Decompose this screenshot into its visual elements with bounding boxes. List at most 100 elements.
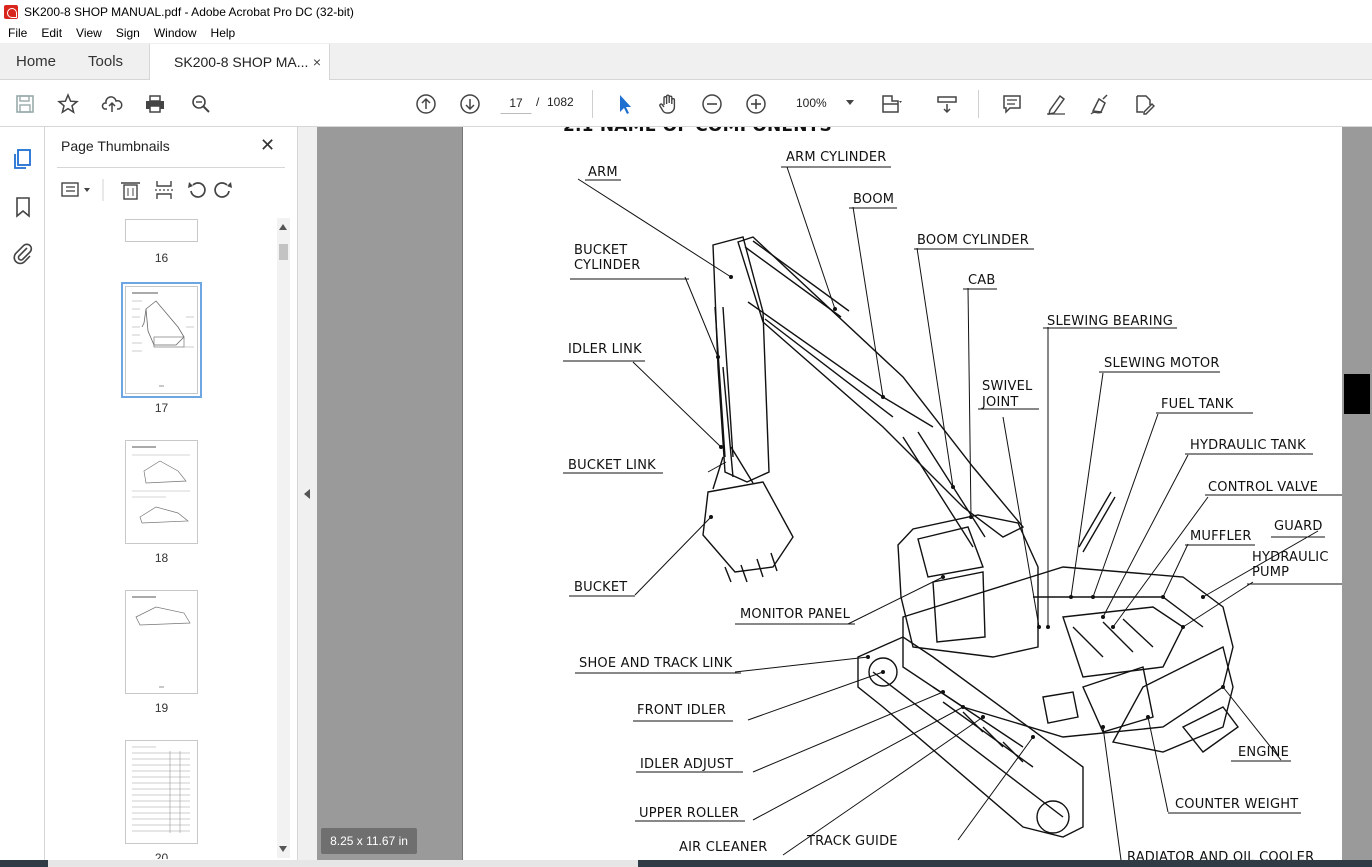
thumbnail-preview <box>132 746 190 833</box>
label-swivel-joint: SWIVEL <box>982 379 1033 394</box>
label-bucket-cylinder: BUCKET <box>574 243 628 258</box>
label-shoe-and-track-link: SHOE AND TRACK LINK <box>579 656 733 671</box>
collapse-left-icon[interactable] <box>304 489 310 499</box>
thumbnail-page-number: 18 <box>154 551 169 565</box>
comment-icon[interactable] <box>999 91 1025 117</box>
label-swivel-joint: JOINT <box>982 395 1019 410</box>
label-radiator-and-oil-cooler: RADIATOR AND OIL COOLER <box>1127 850 1315 860</box>
label-cab: CAB <box>968 273 996 288</box>
page-fit-icon[interactable] <box>878 91 904 117</box>
thumbnail-page-number: 16 <box>154 251 169 265</box>
page-separator: / <box>536 95 540 109</box>
toolbar-divider <box>592 90 593 118</box>
label-arm: ARM <box>588 165 618 180</box>
panel-divider <box>57 167 285 168</box>
toolbar <box>0 80 1372 127</box>
label-upper-roller: UPPER ROLLER <box>639 806 739 821</box>
thumbnail-page[interactable] <box>125 440 198 544</box>
menu-edit[interactable]: Edit <box>33 26 68 40</box>
label-control-valve: CONTROL VALVE <box>1208 480 1319 495</box>
label-bucket-cylinder: CYLINDER <box>574 258 641 273</box>
tab-tools[interactable]: Tools <box>72 43 139 79</box>
zoom-search-icon[interactable] <box>188 91 214 117</box>
bookmark-icon[interactable] <box>11 195 35 219</box>
label-slewing-motor: SLEWING MOTOR <box>1104 356 1220 371</box>
thumbnail-page-number: 20 <box>154 851 169 859</box>
tab-close-icon[interactable]: × <box>313 54 321 70</box>
label-boom: BOOM <box>853 192 895 207</box>
thumbnail-page-number: 17 <box>154 401 169 415</box>
next-page-icon[interactable] <box>457 91 483 117</box>
toolbar-divider <box>978 90 979 118</box>
page-number-input[interactable]: 17 <box>500 90 532 114</box>
hand-tool-icon[interactable] <box>655 91 681 117</box>
page-count: 1082 <box>547 95 574 109</box>
label-track-guide: TRACK GUIDE <box>807 834 898 849</box>
scroll-thumb[interactable] <box>279 244 288 260</box>
label-hydraulic-tank: HYDRAULIC TANK <box>1190 438 1306 453</box>
save-icon[interactable] <box>12 91 38 117</box>
title-bar: SK200-8 SHOP MANUAL.pdf - Adobe Acrobat … <box>0 0 1372 23</box>
thumbnail-preview <box>132 596 191 688</box>
select-cursor-icon[interactable] <box>612 91 638 117</box>
thumbnail-page[interactable] <box>125 590 198 694</box>
print-icon[interactable] <box>142 91 168 117</box>
zoom-value: 100% <box>796 96 827 110</box>
thumbnail-page[interactable] <box>125 219 198 242</box>
close-icon[interactable]: ✕ <box>260 135 275 156</box>
label-counter-weight: COUNTER WEIGHT <box>1175 797 1299 812</box>
options-icon[interactable] <box>61 182 90 197</box>
rotate-right-icon[interactable] <box>214 182 232 198</box>
thumbnail-tools <box>59 177 289 203</box>
upload-icon[interactable] <box>99 91 125 117</box>
taskbar-segment <box>48 860 638 867</box>
attachment-icon[interactable] <box>11 241 35 265</box>
label-idler-link: IDLER LINK <box>568 342 642 357</box>
thumbnail-scrollbar[interactable] <box>277 218 290 858</box>
highlight-icon[interactable] <box>1043 91 1069 117</box>
menu-window[interactable]: Window <box>146 26 203 40</box>
zoom-dropdown[interactable]: 100% <box>790 91 858 115</box>
thumbnail-preview <box>132 292 194 387</box>
menu-help[interactable]: Help <box>203 26 242 40</box>
label-arm-cylinder: ARM CYLINDER <box>786 150 887 165</box>
thumbnail-page-selected[interactable] <box>121 282 202 398</box>
chevron-down-icon <box>846 100 854 105</box>
delete-page-icon[interactable] <box>121 182 140 200</box>
thumbnail-preview <box>132 446 190 524</box>
label-idler-adjust: IDLER ADJUST <box>640 757 734 772</box>
edit-pdf-icon[interactable] <box>1131 91 1157 117</box>
thumbnail-page[interactable] <box>125 740 198 844</box>
panel-collapse-handle[interactable] <box>297 127 317 860</box>
menu-file[interactable]: File <box>0 26 33 40</box>
scroll-mode-icon[interactable] <box>934 91 960 117</box>
label-air-cleaner: AIR CLEANER <box>679 840 768 855</box>
star-icon[interactable] <box>55 91 81 117</box>
tab-document[interactable]: SK200-8 SHOP MA... × <box>149 44 331 80</box>
previous-page-icon[interactable] <box>413 91 439 117</box>
taskbar-strip <box>0 860 1372 867</box>
rotate-left-icon[interactable] <box>188 182 206 198</box>
zoom-in-icon[interactable] <box>743 91 769 117</box>
label-slewing-bearing: SLEWING BEARING <box>1047 314 1174 329</box>
tab-home[interactable]: Home <box>0 43 72 79</box>
page-edge-marker <box>1344 374 1370 414</box>
document-viewer[interactable]: 2.1 NAME OF COMPONENTS <box>317 127 1372 860</box>
extract-pages-icon[interactable] <box>155 181 173 199</box>
acrobat-icon <box>4 4 18 19</box>
window-title: SK200-8 SHOP MANUAL.pdf - Adobe Acrobat … <box>24 4 354 19</box>
scroll-down-icon[interactable] <box>279 846 287 852</box>
zoom-out-icon[interactable] <box>699 91 725 117</box>
sign-icon[interactable] <box>1087 91 1113 117</box>
menu-sign[interactable]: Sign <box>108 26 146 40</box>
panel-title: Page Thumbnails <box>61 138 170 154</box>
thumbnail-page-number: 19 <box>154 701 169 715</box>
menu-view[interactable]: View <box>68 26 108 40</box>
label-boom-cylinder: BOOM CYLINDER <box>917 233 1029 248</box>
scroll-up-icon[interactable] <box>279 224 287 230</box>
label-engine: ENGINE <box>1238 745 1289 760</box>
thumbnails-panel: Page Thumbnails ✕ 16 17 18 19 20 <box>45 127 297 860</box>
label-guard: GUARD <box>1274 519 1323 534</box>
page-thumbnails-icon[interactable] <box>11 147 35 171</box>
label-hydraulic-pump: HYDRAULIC <box>1252 550 1329 565</box>
